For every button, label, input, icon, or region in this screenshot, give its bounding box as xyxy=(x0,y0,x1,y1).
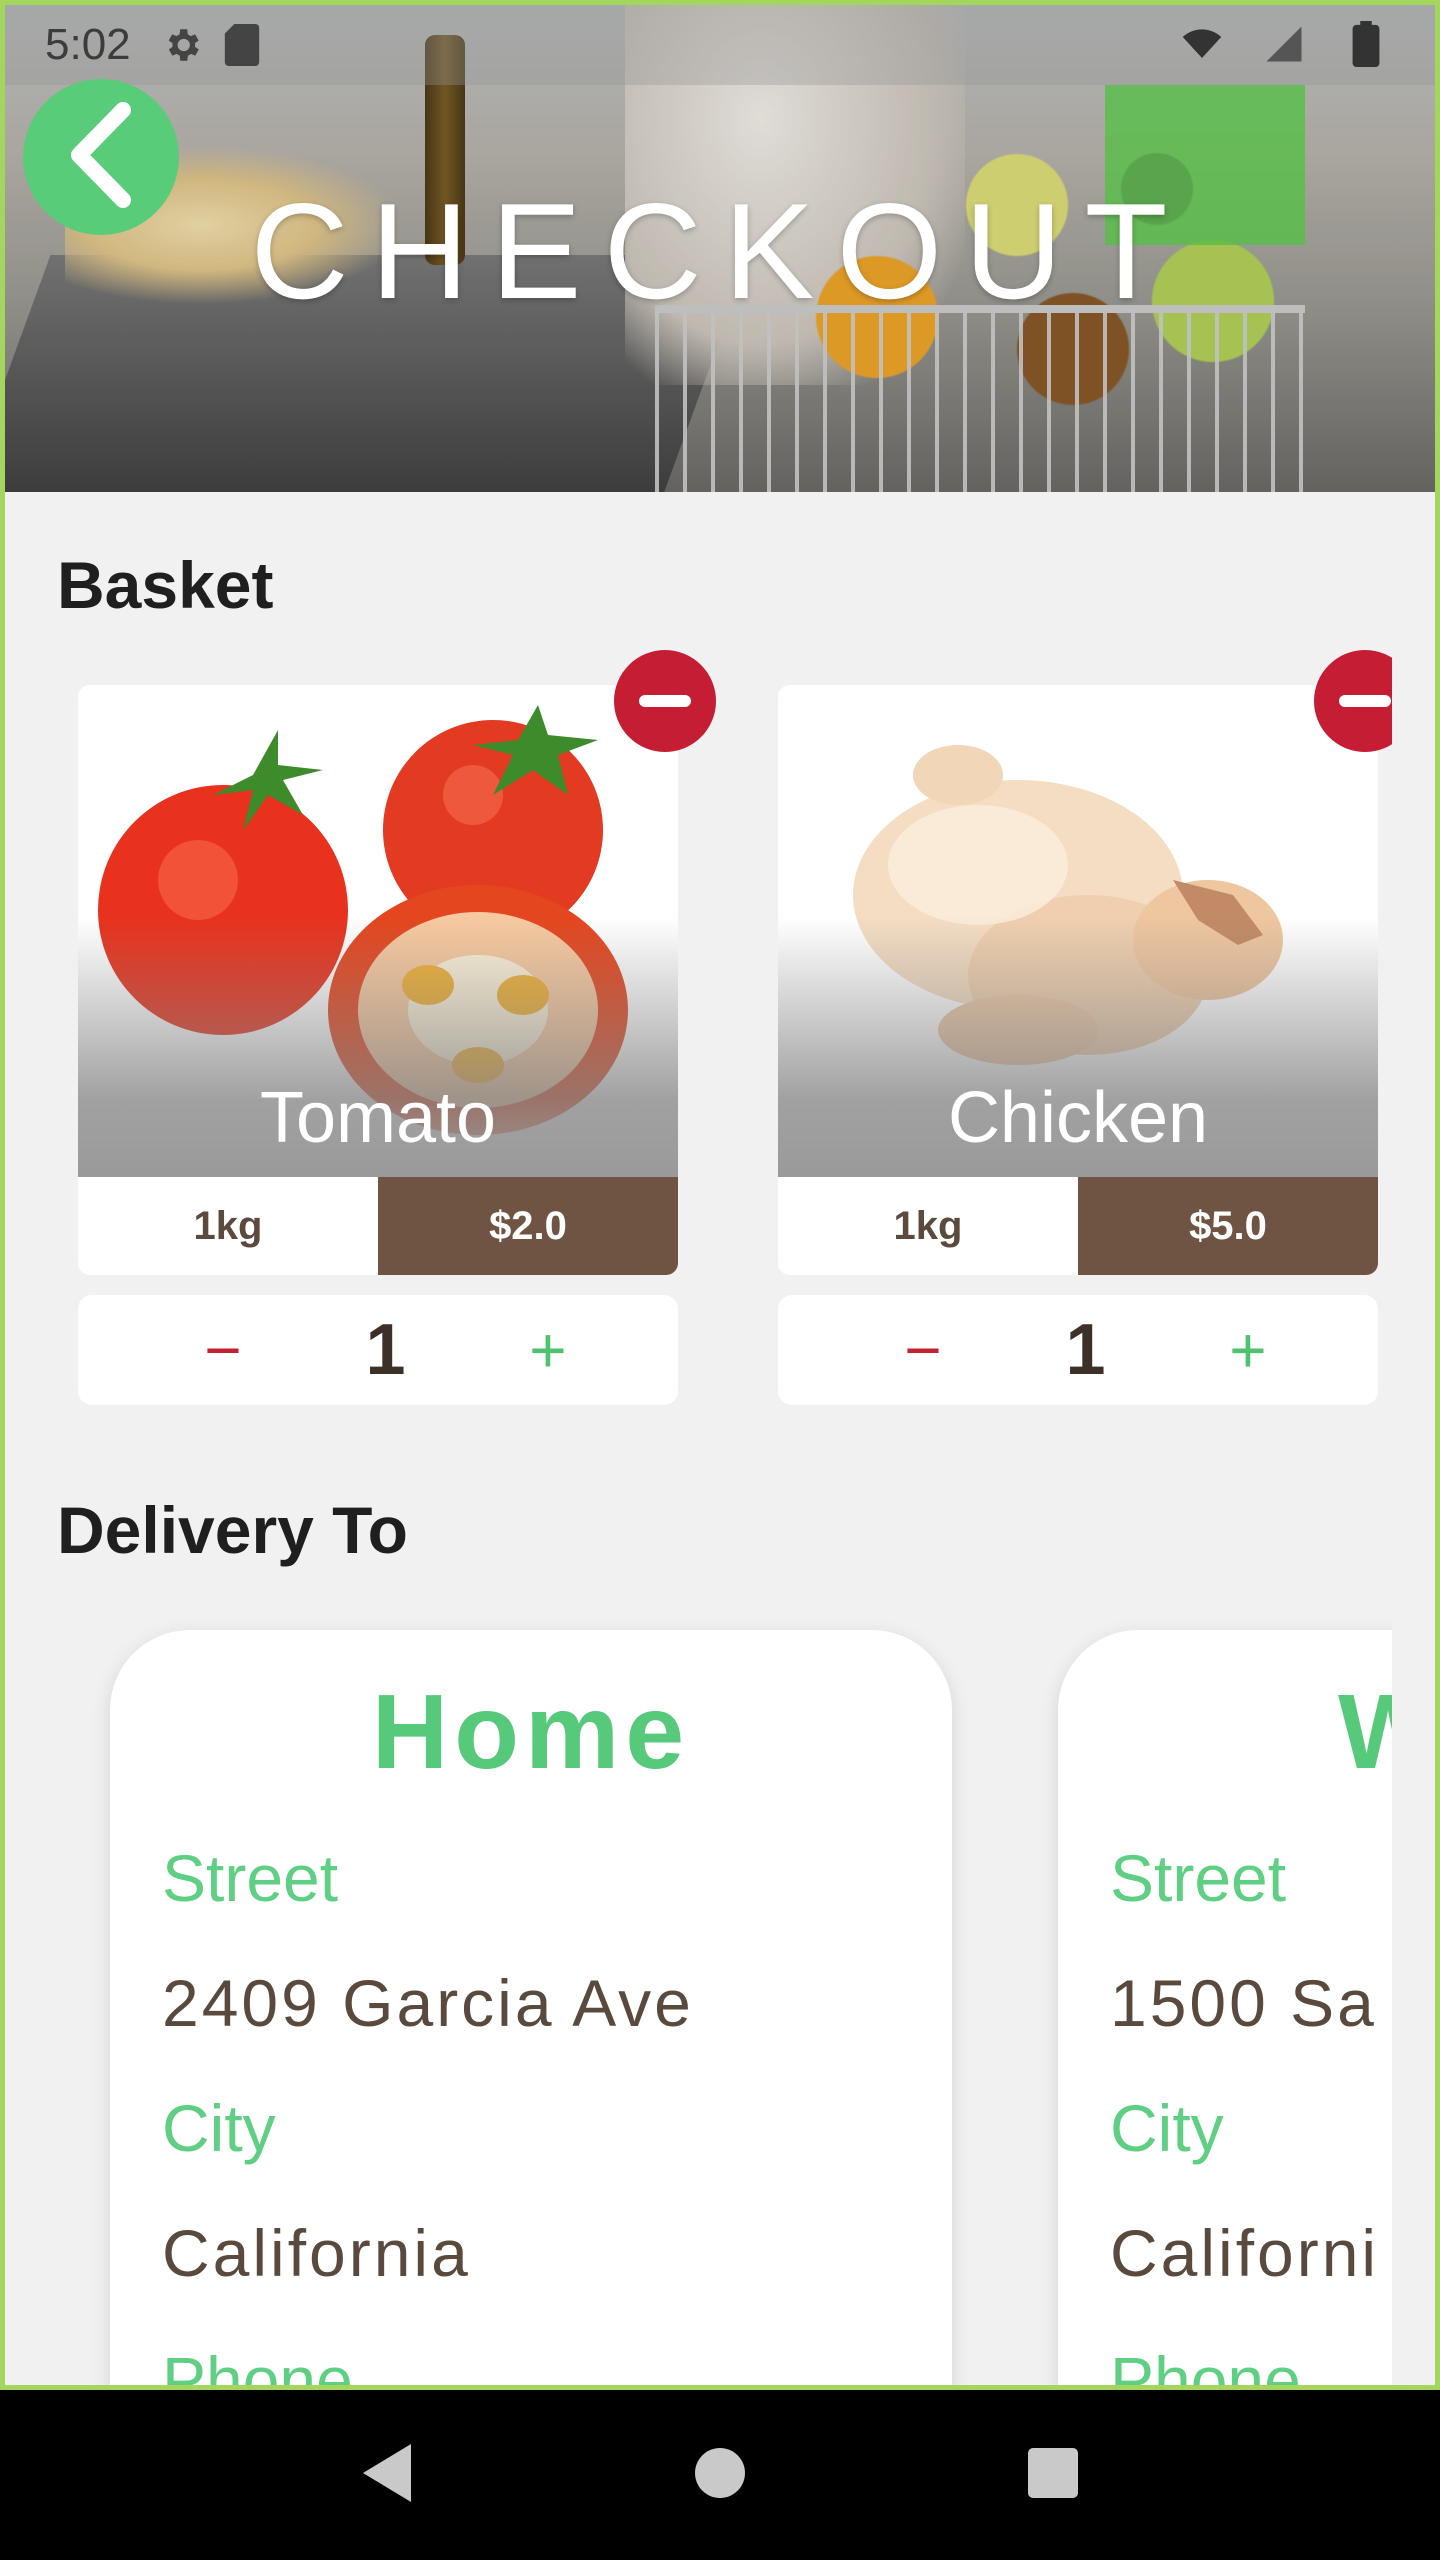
quantity-value: 1 xyxy=(365,1310,406,1390)
city-label: City xyxy=(162,2091,276,2165)
nav-home-button[interactable] xyxy=(680,2435,760,2515)
increase-quantity-button[interactable]: + xyxy=(518,1313,578,1387)
wifi-icon xyxy=(1181,23,1223,65)
price-row: 1kg $2.0 xyxy=(78,1177,678,1275)
header-banner: 5:02 CHECKOUT xyxy=(0,0,1440,492)
street-label: Street xyxy=(162,1841,339,1915)
basket-item[interactable]: Chicken 1kg $5.0 − 1 + xyxy=(778,650,1392,1405)
street-value: 2409 Garcia Ave xyxy=(162,1966,694,2040)
nav-back-button[interactable] xyxy=(347,2435,427,2515)
city-value: Californi xyxy=(1110,2216,1380,2290)
product-name: Chicken xyxy=(947,1078,1209,1158)
address-title: Home xyxy=(371,1673,691,1791)
nav-recents-icon xyxy=(1026,2446,1080,2505)
system-navigation-bar xyxy=(0,2390,1440,2560)
nav-recents-button[interactable] xyxy=(1013,2435,1093,2515)
product-name: Tomato xyxy=(259,1078,497,1158)
decrease-quantity-button[interactable]: − xyxy=(193,1313,253,1387)
battery-icon xyxy=(1345,21,1387,67)
product-weight: 1kg xyxy=(78,1177,378,1275)
signal-icon xyxy=(1263,23,1305,65)
quantity-stepper: − 1 + xyxy=(778,1295,1378,1405)
address-title: W xyxy=(1338,1672,1392,1793)
product-image: Chicken xyxy=(778,685,1378,1177)
nav-back-icon xyxy=(359,2442,415,2509)
address-card[interactable]: W Street 1500 Sa City Californi Phone xyxy=(1058,1630,1392,2390)
product-image: Tomato xyxy=(78,685,678,1177)
gear-icon xyxy=(161,24,203,66)
sd-card-icon xyxy=(221,24,263,66)
product-price: $2.0 xyxy=(378,1177,678,1275)
phone-label: Phone xyxy=(1110,2343,1301,2390)
page-title: CHECKOUT xyxy=(250,175,1190,327)
minus-icon xyxy=(1339,695,1391,707)
basket-item[interactable]: Tomato 1kg $2.0 − 1 + xyxy=(78,650,716,1405)
street-label: Street xyxy=(1110,1841,1287,1915)
quantity-value: 1 xyxy=(1065,1310,1106,1390)
city-value: California xyxy=(162,2216,471,2290)
quantity-stepper: − 1 + xyxy=(78,1295,678,1405)
delivery-title: Delivery To xyxy=(57,1493,408,1567)
increase-quantity-button[interactable]: + xyxy=(1218,1313,1278,1387)
phone-label: Phone xyxy=(162,2343,353,2390)
decrease-quantity-button[interactable]: − xyxy=(893,1313,953,1387)
price-row: 1kg $5.0 xyxy=(778,1177,1378,1275)
product-price: $5.0 xyxy=(1078,1177,1378,1275)
checkout-content[interactable]: Basket Tomato 1kg $2.0 − 1 + Chicken 1kg… xyxy=(0,492,1440,2390)
minus-icon xyxy=(639,695,691,707)
status-time: 5:02 xyxy=(45,20,131,69)
basket-carousel[interactable]: Tomato 1kg $2.0 − 1 + Chicken 1kg $5.0 −… xyxy=(5,492,1392,2390)
status-bar: 5:02 xyxy=(5,5,1435,85)
remove-item-button[interactable] xyxy=(614,650,716,752)
street-value: 1500 Sa xyxy=(1110,1966,1377,2040)
city-label: City xyxy=(1110,2091,1224,2165)
address-card[interactable]: Home Street 2409 Garcia Ave City Califor… xyxy=(110,1630,952,2390)
nav-home-icon xyxy=(693,2446,747,2505)
product-weight: 1kg xyxy=(778,1177,1078,1275)
